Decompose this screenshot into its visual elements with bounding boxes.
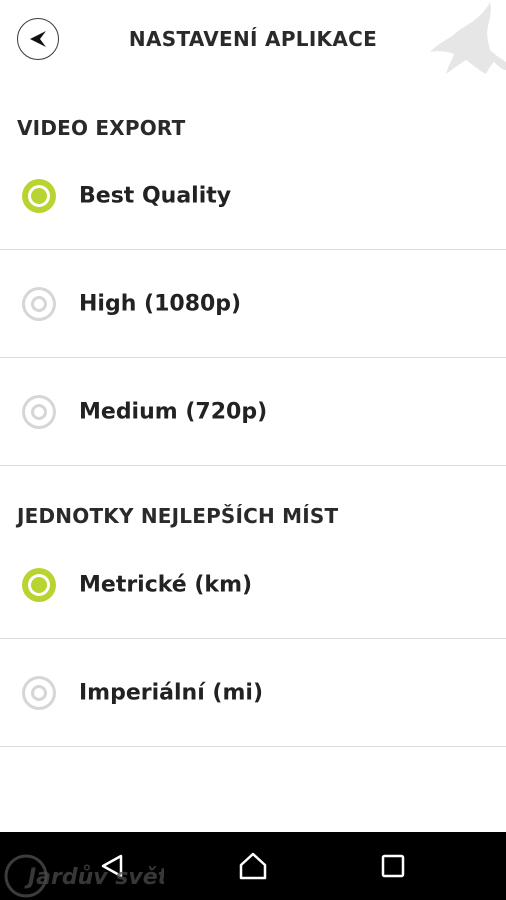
option-label: Medium (720p) [79, 399, 268, 425]
radio-unselected-icon[interactable] [22, 287, 56, 321]
radio-unselected-icon[interactable] [22, 395, 56, 429]
option-imperial-mi[interactable]: Imperiální (mi) [0, 640, 506, 747]
section-title-video-export: VIDEO EXPORT [17, 116, 186, 140]
option-high-1080p[interactable]: High (1080p) [0, 251, 506, 358]
nav-home-icon [239, 852, 267, 880]
nav-back-button[interactable] [92, 846, 132, 886]
radio-selected-icon[interactable] [22, 179, 56, 213]
radio-unselected-icon[interactable] [22, 676, 56, 710]
option-label: Metrické (km) [79, 572, 253, 598]
navigation-bar [0, 832, 506, 900]
option-label: Best Quality [79, 183, 232, 209]
section-title-units: JEDNOTKY NEJLEPŠÍCH MÍST [17, 504, 339, 528]
settings-screen: NASTAVENÍ APLIKACE VIDEO EXPORT Best Qua… [0, 0, 506, 900]
bird-logo-icon [430, 2, 506, 74]
option-best-quality[interactable]: Best Quality [0, 143, 506, 250]
option-label: High (1080p) [79, 291, 242, 317]
nav-recents-icon [381, 854, 405, 878]
nav-home-button[interactable] [233, 846, 273, 886]
nav-back-icon [101, 854, 123, 878]
option-metric-km[interactable]: Metrické (km) [0, 532, 506, 639]
option-medium-720p[interactable]: Medium (720p) [0, 359, 506, 466]
header: NASTAVENÍ APLIKACE [0, 0, 506, 82]
radio-selected-icon[interactable] [22, 568, 56, 602]
nav-recents-button[interactable] [373, 846, 413, 886]
option-label: Imperiální (mi) [79, 680, 263, 706]
